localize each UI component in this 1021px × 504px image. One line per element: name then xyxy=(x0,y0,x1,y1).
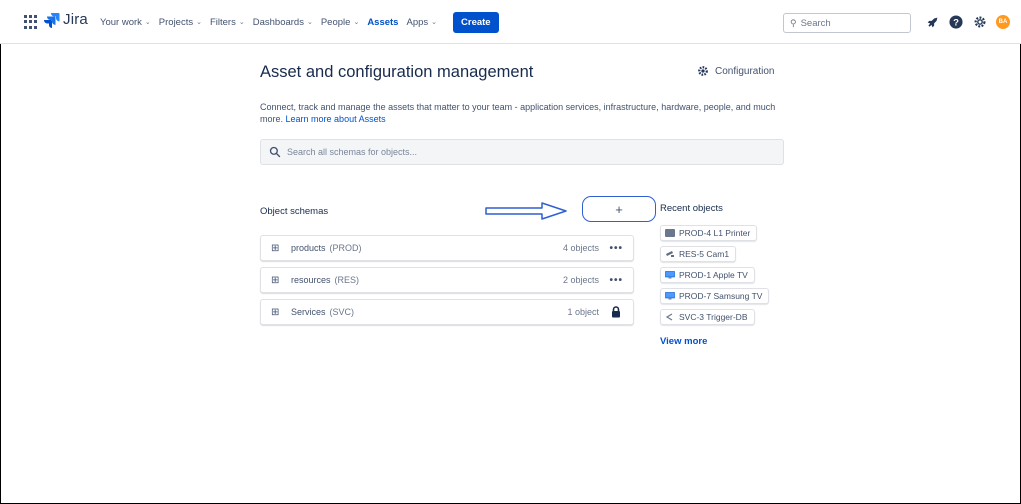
schema-object-count: 4 objects xyxy=(562,243,599,253)
schema-row-services[interactable]: ⊞ Services (SVC) 1 object xyxy=(260,299,634,325)
search-icon xyxy=(269,146,281,158)
more-options-icon[interactable]: ••• xyxy=(609,275,623,286)
recent-object-label: PROD-1 Apple TV xyxy=(679,270,748,280)
service-icon xyxy=(665,313,675,321)
lock-icon xyxy=(612,306,620,318)
logo-text: Jira xyxy=(63,11,88,28)
nav-people[interactable]: People ⌄ xyxy=(321,17,359,28)
more-options-icon[interactable]: ••• xyxy=(609,243,623,254)
nav-apps[interactable]: Apps ⌄ xyxy=(406,17,437,28)
recent-object-item[interactable]: PROD-1 Apple TV xyxy=(660,267,755,283)
recent-object-label: PROD-7 Samsung TV xyxy=(679,291,763,301)
schema-name: products xyxy=(291,243,326,253)
schema-tree-icon: ⊞ xyxy=(271,242,280,254)
schema-object-count: 1 object xyxy=(567,307,599,317)
nav-filters[interactable]: Filters ⌄ xyxy=(210,17,245,28)
recent-object-item[interactable]: PROD-4 L1 Printer xyxy=(660,225,758,241)
schema-search-input[interactable]: Search all schemas for objects... xyxy=(260,139,784,165)
jira-logo-icon xyxy=(44,12,60,28)
schema-tree-icon: ⊞ xyxy=(271,274,280,286)
chevron-down-icon: ⌄ xyxy=(353,19,360,26)
recent-object-item[interactable]: SVC-3 Trigger-DB xyxy=(660,309,755,325)
chevron-down-icon: ⌄ xyxy=(306,19,313,26)
schema-row-products[interactable]: ⊞ products (PROD) 4 objects ••• xyxy=(260,235,634,261)
schema-name: Services xyxy=(291,307,326,317)
learn-more-link[interactable]: Learn more about Assets xyxy=(286,114,386,124)
nav-projects[interactable]: Projects ⌄ xyxy=(159,17,202,28)
schema-key: (SVC) xyxy=(329,307,355,317)
nav-your-work[interactable]: Your work ⌄ xyxy=(100,17,151,28)
chevron-down-icon: ⌄ xyxy=(196,19,202,26)
chevron-down-icon: ⌄ xyxy=(144,19,151,26)
schema-name: resources xyxy=(291,275,331,285)
object-schemas-heading: Object schemas xyxy=(260,206,329,217)
top-navigation: Jira Your work ⌄ Projects ⌄ Filters ⌄ Dashb… xyxy=(0,0,1021,44)
nav-label: Projects xyxy=(158,16,194,28)
notifications-icon[interactable] xyxy=(924,14,940,30)
schema-tree-icon: ⊞ xyxy=(271,306,280,318)
avatar[interactable]: BA xyxy=(996,15,1010,29)
recent-object-label: RES-5 Cam1 xyxy=(679,249,730,259)
tv-icon xyxy=(665,292,675,300)
jira-logo[interactable]: Jira xyxy=(44,11,88,28)
settings-icon[interactable] xyxy=(972,14,988,30)
search-placeholder: Search all schemas for objects... xyxy=(287,147,418,157)
nav-label: Filters xyxy=(209,16,236,28)
camera-icon xyxy=(665,250,675,258)
printer-icon xyxy=(665,229,675,237)
schema-object-count: 2 objects xyxy=(562,275,599,285)
recent-object-item[interactable]: RES-5 Cam1 xyxy=(660,246,737,262)
tv-icon xyxy=(665,271,675,279)
annotation-arrow-icon xyxy=(485,202,567,220)
page-title: Asset and configuration management xyxy=(260,63,534,81)
nav-dashboards[interactable]: Dashboards ⌄ xyxy=(253,17,313,28)
chevron-down-icon: ⌄ xyxy=(238,19,245,26)
primary-nav: Your work ⌄ Projects ⌄ Filters ⌄ Dashboards… xyxy=(100,0,499,44)
recent-object-item[interactable]: PROD-7 Samsung TV xyxy=(660,288,770,304)
configuration-button[interactable]: Configuration xyxy=(697,65,774,77)
svg-text:?: ? xyxy=(953,18,959,29)
configuration-label: Configuration xyxy=(715,65,775,77)
nav-label: Your work xyxy=(100,16,142,28)
recent-object-label: PROD-4 L1 Printer xyxy=(679,228,751,238)
help-icon[interactable]: ? xyxy=(948,14,964,30)
schema-row-resources[interactable]: ⊞ resources (RES) 2 objects ••• xyxy=(260,267,634,293)
schema-key: (PROD) xyxy=(329,243,362,253)
global-search-input[interactable]: ⚲ Search xyxy=(783,13,911,33)
gear-icon xyxy=(698,66,708,76)
schema-key: (RES) xyxy=(334,275,360,285)
search-icon: ⚲ xyxy=(790,17,797,28)
nav-label: Apps xyxy=(406,16,429,28)
recent-objects-heading: Recent objects xyxy=(660,203,723,214)
add-schema-button[interactable]: + xyxy=(582,196,656,222)
app-switcher-icon[interactable] xyxy=(24,15,38,29)
nav-label: Assets xyxy=(367,16,399,28)
nav-label: Dashboards xyxy=(252,16,304,28)
create-button[interactable]: Create xyxy=(453,11,499,33)
chevron-down-icon: ⌄ xyxy=(431,19,438,26)
view-more-link[interactable]: View more xyxy=(660,336,707,347)
page-description: Connect, track and manage the assets tha… xyxy=(260,101,780,125)
nav-assets[interactable]: Assets xyxy=(367,17,398,28)
recent-object-label: SVC-3 Trigger-DB xyxy=(679,312,748,322)
search-placeholder: Search xyxy=(800,17,831,29)
nav-actions: ? BA xyxy=(924,14,1010,30)
nav-label: People xyxy=(320,16,351,28)
